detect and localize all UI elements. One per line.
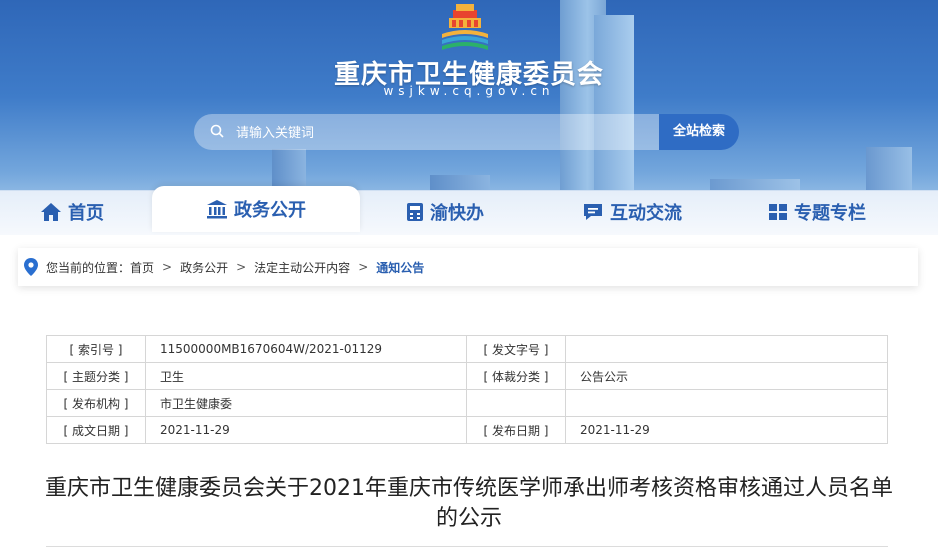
genre-label: [ 体裁分类 ]	[466, 362, 566, 390]
header-banner: 重庆市卫生健康委员会 wsjkw.cq.gov.cn 全站检索	[0, 0, 938, 215]
index-no-label: [ 索引号 ]	[46, 335, 146, 363]
main-nav: 首页 政务公开 渝快办 互动交流 专题专栏	[0, 186, 938, 235]
empty-cell	[565, 389, 888, 417]
nav-item-label: 渝快办	[430, 203, 484, 224]
document-title: 重庆市卫生健康委员会关于2021年重庆市传统医学师承出师考核资格审核通过人员名单…	[45, 476, 893, 531]
topic-value: 卫生	[145, 362, 467, 390]
breadcrumb-separator: >	[358, 260, 369, 274]
search-icon	[210, 124, 224, 138]
issuer-value: 市卫生健康委	[145, 389, 467, 417]
location-pin-icon	[24, 258, 38, 276]
breadcrumb-separator: >	[236, 260, 247, 274]
nav-item-yukuaiban[interactable]: 渝快办	[406, 194, 484, 230]
written-date-value: 2021-11-29	[145, 416, 467, 444]
table-row: [ 成文日期 ] 2021-11-29 [ 发布日期 ] 2021-11-29	[46, 416, 888, 444]
publish-date-label: [ 发布日期 ]	[466, 416, 566, 444]
breadcrumb-item-home[interactable]: 首页	[130, 259, 154, 276]
site-search-button[interactable]: 全站检索	[659, 114, 739, 150]
title-divider	[46, 546, 888, 547]
publish-date-value: 2021-11-29	[565, 416, 888, 444]
calculator-icon	[407, 203, 423, 221]
doc-no-value	[565, 335, 888, 363]
issuer-label: [ 发布机构 ]	[46, 389, 146, 417]
table-row: [ 主题分类 ] 卫生 [ 体裁分类 ] 公告公示	[46, 362, 888, 390]
grid-icon	[769, 204, 787, 220]
breadcrumb-item-government-affairs[interactable]: 政务公开	[180, 259, 228, 276]
nav-item-label: 互动交流	[610, 203, 682, 224]
building-emblem-icon	[442, 4, 488, 50]
document-metadata-table: [ 索引号 ] 11500000MB1670604W/2021-01129 [ …	[46, 335, 888, 444]
breadcrumb-item-statutory-disclosure[interactable]: 法定主动公开内容	[254, 259, 350, 276]
index-no-value: 11500000MB1670604W/2021-01129	[145, 335, 467, 363]
doc-no-label: [ 发文字号 ]	[466, 335, 566, 363]
nav-item-home[interactable]: 首页	[40, 194, 104, 230]
chat-icon	[584, 204, 602, 220]
breadcrumb-item-notices[interactable]: 通知公告	[376, 259, 424, 276]
topic-label: [ 主题分类 ]	[46, 362, 146, 390]
nav-item-label: 首页	[68, 203, 104, 224]
breadcrumb-separator: >	[162, 260, 173, 274]
site-domain: wsjkw.cq.gov.cn	[383, 84, 555, 98]
search-input[interactable]	[234, 120, 648, 146]
breadcrumb: 您当前的位置： 首页 > 政务公开 > 法定主动公开内容 > 通知公告	[18, 248, 918, 286]
nav-item-government-affairs[interactable]: 政务公开	[152, 186, 360, 232]
breadcrumb-prefix: 您当前的位置：	[46, 260, 131, 275]
table-row: [ 索引号 ] 11500000MB1670604W/2021-01129 [ …	[46, 335, 888, 363]
nav-item-label: 专题专栏	[794, 203, 866, 224]
nav-item-special-topics[interactable]: 专题专栏	[768, 194, 866, 230]
home-icon	[41, 203, 61, 221]
genre-value: 公告公示	[565, 362, 888, 390]
empty-cell	[466, 389, 566, 417]
nav-item-label: 政务公开	[234, 200, 306, 221]
government-building-icon	[207, 200, 227, 219]
written-date-label: [ 成文日期 ]	[46, 416, 146, 444]
table-row: [ 发布机构 ] 市卫生健康委	[46, 389, 888, 417]
nav-item-interaction[interactable]: 互动交流	[582, 194, 682, 230]
